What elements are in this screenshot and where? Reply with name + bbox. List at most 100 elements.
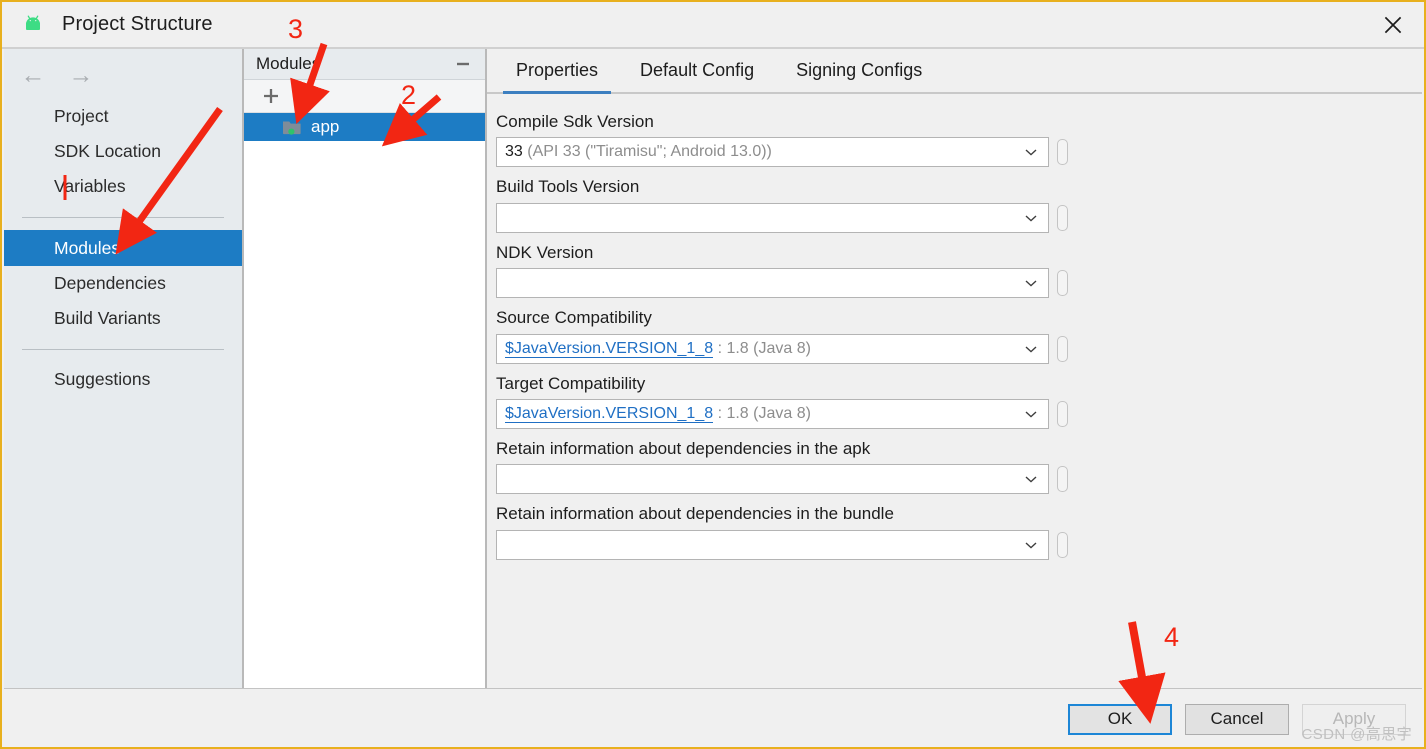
field-label: Build Tools Version xyxy=(496,177,640,197)
content-pane: Properties Default Config Signing Config… xyxy=(487,49,1422,688)
sidebar-item-label: Dependencies xyxy=(54,273,166,293)
close-icon[interactable] xyxy=(1362,2,1424,47)
field-row: 33 (API 33 ("Tiramisu"; Android 13.0)) xyxy=(496,137,1422,168)
tab-label: Properties xyxy=(516,60,599,80)
module-name: app xyxy=(311,117,340,136)
sidebar-item-dependencies[interactable]: Dependencies xyxy=(4,266,242,301)
apply-button-label: Apply xyxy=(1332,709,1376,728)
chevron-down-icon xyxy=(1014,471,1048,487)
target-compatibility-dropdown[interactable]: $JavaVersion.VERSION_1_8 : 1.8 (Java 8) xyxy=(496,398,1049,429)
field-row: $JavaVersion.VERSION_1_8 : 1.8 (Java 8) xyxy=(496,333,1422,364)
field-compile-sdk-version: Compile Sdk Version 33 (API 33 ("Tiramis… xyxy=(496,112,1422,168)
build-tools-version-dropdown[interactable] xyxy=(496,202,1049,233)
plus-icon[interactable] xyxy=(258,84,284,108)
sidebar-item-suggestions[interactable]: Suggestions xyxy=(4,362,242,397)
minimize-icon[interactable] xyxy=(453,54,473,74)
source-compatibility-dropdown[interactable]: $JavaVersion.VERSION_1_8 : 1.8 (Java 8) xyxy=(496,333,1049,364)
ok-button[interactable]: OK xyxy=(1068,703,1172,735)
retain-dependencies-bundle-variable-button[interactable] xyxy=(1057,531,1068,558)
cancel-button-label: Cancel xyxy=(1210,709,1264,728)
sidebar-list: Project SDK Location Variables Modules D… xyxy=(4,99,242,397)
tab-signing-configs[interactable]: Signing Configs xyxy=(775,49,943,92)
sidebar-item-build-variants[interactable]: Build Variants xyxy=(4,301,242,336)
combo-value-suffix: : 1.8 (Java 8) xyxy=(713,404,811,422)
cancel-button[interactable]: Cancel xyxy=(1185,703,1289,735)
folder-icon xyxy=(282,119,302,136)
combo-value-main: $JavaVersion.VERSION_1_8 xyxy=(505,404,714,423)
field-row xyxy=(496,464,1422,495)
sidebar: ← → Project SDK Location Variables Modul… xyxy=(4,49,244,688)
arrow-right-icon[interactable]: → xyxy=(66,61,96,89)
target-compatibility-variable-button[interactable] xyxy=(1057,400,1068,427)
combo-value-suffix: : 1.8 (Java 8) xyxy=(713,339,811,357)
combo-value-suffix: (API 33 ("Tiramisu"; Android 13.0)) xyxy=(522,143,772,161)
android-robot-icon xyxy=(20,12,46,38)
field-source-compatibility: Source Compatibility $JavaVersion.VERSIO… xyxy=(496,308,1422,364)
field-label: Source Compatibility xyxy=(496,308,652,328)
combo-value: $JavaVersion.VERSION_1_8 : 1.8 (Java 8) xyxy=(505,339,1014,358)
sidebar-divider-2 xyxy=(22,349,224,350)
window-titlebar: Project Structure xyxy=(2,2,1424,47)
field-label: Target Compatibility xyxy=(496,373,646,393)
project-structure-dialog: Project Structure ← → Project SDK Locati… xyxy=(0,0,1426,749)
chevron-down-icon xyxy=(1014,341,1048,357)
module-list-item-app[interactable]: app xyxy=(244,113,485,141)
dialog-button-bar: OK Cancel Apply CSDN @高思宇 xyxy=(4,688,1422,747)
field-row: $JavaVersion.VERSION_1_8 : 1.8 (Java 8) xyxy=(496,398,1422,429)
field-label: Retain information about dependencies in… xyxy=(496,504,894,524)
ndk-version-variable-button[interactable] xyxy=(1057,270,1068,297)
tab-label: Signing Configs xyxy=(796,60,923,80)
modules-panel: Modules app xyxy=(244,49,487,688)
apply-button: Apply xyxy=(1302,703,1406,735)
sidebar-item-label: Variables xyxy=(54,176,126,196)
modules-panel-title: Modules xyxy=(256,54,321,73)
sidebar-item-label: Build Variants xyxy=(54,308,161,328)
combo-value: 33 (API 33 ("Tiramisu"; Android 13.0)) xyxy=(505,143,1014,161)
retain-dependencies-apk-variable-button[interactable] xyxy=(1057,466,1068,493)
field-label: NDK Version xyxy=(496,242,594,262)
sidebar-navigation: ← → xyxy=(4,49,242,89)
field-retain-dependencies-apk: Retain information about dependencies in… xyxy=(496,438,1422,495)
field-row xyxy=(496,268,1422,299)
field-row xyxy=(496,202,1422,233)
field-label: Retain information about dependencies in… xyxy=(496,438,871,458)
ndk-version-dropdown[interactable] xyxy=(496,268,1049,299)
field-target-compatibility: Target Compatibility $JavaVersion.VERSIO… xyxy=(496,374,1422,429)
field-row xyxy=(496,529,1422,560)
chevron-down-icon xyxy=(1014,275,1048,291)
modules-toolbar xyxy=(244,80,485,113)
tabbar: Properties Default Config Signing Config… xyxy=(487,49,1422,94)
field-build-tools-version: Build Tools Version xyxy=(496,177,1422,233)
combo-value-main: $JavaVersion.VERSION_1_8 xyxy=(505,339,714,358)
field-ndk-version: NDK Version xyxy=(496,242,1422,299)
chevron-down-icon xyxy=(1014,144,1048,160)
sidebar-item-variables[interactable]: Variables xyxy=(4,169,242,204)
sidebar-item-modules[interactable]: Modules xyxy=(4,230,242,266)
retain-dependencies-bundle-dropdown[interactable] xyxy=(496,529,1049,560)
source-compatibility-variable-button[interactable] xyxy=(1057,335,1068,362)
field-label: Compile Sdk Version xyxy=(496,112,654,131)
sidebar-divider-1 xyxy=(22,217,224,218)
compile-sdk-version-dropdown[interactable]: 33 (API 33 ("Tiramisu"; Android 13.0)) xyxy=(496,137,1049,168)
tab-default-config[interactable]: Default Config xyxy=(619,49,775,92)
window-title: Project Structure xyxy=(62,13,213,35)
build-tools-version-variable-button[interactable] xyxy=(1057,204,1068,231)
minus-icon[interactable] xyxy=(304,84,330,108)
chevron-down-icon xyxy=(1014,406,1048,422)
tab-properties[interactable]: Properties xyxy=(495,49,619,94)
retain-dependencies-apk-dropdown[interactable] xyxy=(496,464,1049,495)
modules-panel-header: Modules xyxy=(244,49,485,80)
sidebar-item-label: Suggestions xyxy=(54,369,151,389)
properties-form: Compile Sdk Version 33 (API 33 ("Tiramis… xyxy=(487,94,1422,560)
sidebar-item-sdk-location[interactable]: SDK Location xyxy=(4,134,242,169)
combo-value-main: 33 xyxy=(505,143,523,161)
arrow-left-icon[interactable]: ← xyxy=(18,61,48,89)
chevron-down-icon xyxy=(1014,210,1048,226)
sidebar-item-label: Modules xyxy=(54,237,121,258)
compile-sdk-version-variable-button[interactable] xyxy=(1057,139,1068,166)
sidebar-item-project[interactable]: Project xyxy=(4,99,242,134)
combo-value: $JavaVersion.VERSION_1_8 : 1.8 (Java 8) xyxy=(505,404,1014,423)
sidebar-item-label: Project xyxy=(54,106,109,126)
tab-label: Default Config xyxy=(640,60,755,80)
chevron-down-icon xyxy=(1014,537,1048,553)
